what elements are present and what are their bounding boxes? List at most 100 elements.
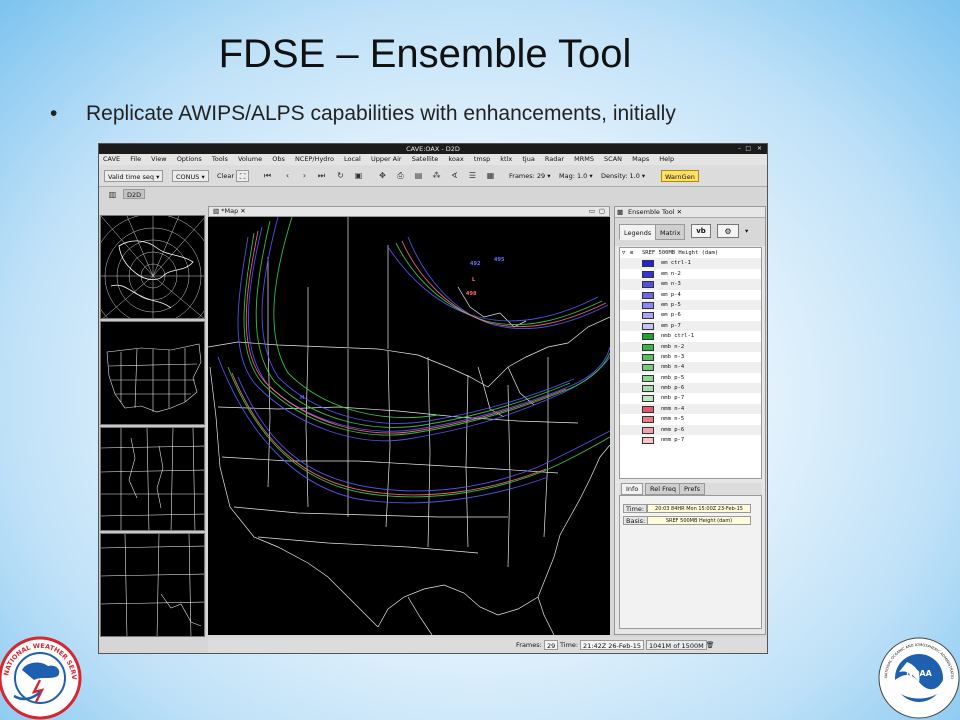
frames-control[interactable]: Frames: 29 ▾ [509, 170, 551, 182]
close-icon[interactable]: ✕ [240, 207, 245, 215]
last-frame-button[interactable]: ⏭ [316, 170, 327, 182]
d2d-perspective-button[interactable]: D2D [123, 189, 146, 199]
menu-maps[interactable]: Maps [632, 155, 649, 163]
member-color-swatch[interactable] [642, 374, 654, 382]
member-color-swatch[interactable] [642, 364, 654, 372]
print-button[interactable]: ⎙ [395, 170, 406, 182]
legend-member-row[interactable]: em p-6 [620, 310, 761, 320]
legend-member-row[interactable]: nmm p-7 [620, 435, 761, 445]
area-dropdown[interactable]: CONUS ▾ [172, 170, 209, 182]
menu-mrms[interactable]: MRMS [574, 155, 594, 163]
member-color-swatch[interactable] [642, 405, 654, 413]
tab-legends[interactable]: Legends [619, 224, 657, 240]
menu-upper-air[interactable]: Upper Air [371, 155, 402, 163]
legend-group-row[interactable]: ▽ ≡ SREF 500MB Height (dam) [620, 248, 761, 258]
thumbnail-polar[interactable] [100, 215, 205, 319]
expand-icon[interactable]: ▽ [622, 248, 625, 258]
density-control[interactable]: Density: 1.0 ▾ [601, 170, 645, 182]
legend-member-row[interactable]: nmb p-6 [620, 383, 761, 394]
member-color-swatch[interactable] [642, 426, 654, 434]
legend-member-row[interactable]: nmm n-5 [620, 414, 761, 424]
legend-button[interactable]: ☰ [467, 170, 478, 182]
clear-button[interactable]: Clear [217, 170, 234, 182]
menu-scan[interactable]: SCAN [604, 155, 622, 163]
legend-member-row[interactable]: nmb n-2 [620, 341, 761, 352]
legend-member-row[interactable]: nmb p-5 [620, 373, 761, 383]
next-frame-button[interactable]: › [299, 170, 310, 182]
menu-satellite[interactable]: Satellite [412, 155, 439, 163]
menu-options[interactable]: Options [177, 155, 202, 163]
vb-button[interactable]: vb [691, 224, 711, 238]
chevron-down-icon[interactable]: ▾ [745, 227, 748, 235]
legend-member-row[interactable]: nmb p-7 [620, 393, 761, 403]
legend-member-row[interactable]: em ctrl-1 [620, 258, 761, 269]
menu-koax[interactable]: koax [448, 155, 463, 163]
sample-button[interactable]: ▣ [353, 170, 364, 182]
menu-obs[interactable]: Obs [272, 155, 285, 163]
menu-tjua[interactable]: tjua [522, 155, 534, 163]
menu-file[interactable]: File [130, 155, 141, 163]
member-color-swatch[interactable] [642, 385, 654, 393]
warngen-button[interactable]: WarnGen [661, 170, 699, 182]
member-color-swatch[interactable] [642, 343, 654, 351]
tab-info[interactable]: Info [621, 483, 644, 495]
tab-rel-freq[interactable]: Rel Freq [645, 483, 682, 495]
member-color-swatch[interactable] [642, 333, 654, 341]
first-frame-button[interactable]: ⏮ [262, 170, 273, 182]
distance-button[interactable]: ∢ [449, 170, 460, 182]
legend-member-row[interactable]: em n-3 [620, 279, 761, 290]
layout-button[interactable]: ▦ [485, 170, 496, 182]
menu-tools[interactable]: Tools [212, 155, 228, 163]
minimize-button[interactable]: – [738, 144, 741, 154]
member-color-swatch[interactable] [642, 260, 654, 268]
maximize-button[interactable]: □ [745, 144, 751, 154]
member-color-swatch[interactable] [642, 437, 654, 445]
tab-matrix[interactable]: Matrix [655, 224, 686, 240]
legend-member-row[interactable]: em p-4 [620, 290, 761, 300]
menu-tmsp[interactable]: tmsp [474, 155, 490, 163]
member-color-swatch[interactable] [642, 270, 654, 278]
menu-view[interactable]: View [151, 155, 166, 163]
legend-member-row[interactable]: nmm n-4 [620, 403, 761, 415]
close-button[interactable]: ✕ [757, 144, 762, 154]
loop-button[interactable]: ↻ [335, 170, 346, 182]
pan-button[interactable]: ✥ [377, 170, 388, 182]
menu-help[interactable]: Help [659, 155, 674, 163]
member-color-swatch[interactable] [642, 353, 654, 361]
menu-ktlx[interactable]: ktlx [500, 155, 512, 163]
zoom-extent-button[interactable]: ⛶ [236, 170, 249, 182]
menu-cave[interactable]: CAVE [103, 155, 120, 163]
thumbnail-regional-2[interactable] [100, 533, 205, 637]
maximize-view-icon[interactable]: ▢ [599, 207, 605, 216]
member-color-swatch[interactable] [642, 281, 654, 289]
map-display[interactable]: 492 498 495 H L [208, 217, 610, 635]
menu-radar[interactable]: Radar [545, 155, 564, 163]
legend-member-row[interactable]: nmb n-4 [620, 362, 761, 373]
tab-map[interactable]: ▧ *Map ✕ ▭ ▢ [208, 206, 610, 217]
legend-member-row[interactable]: em p-5 [620, 299, 761, 311]
points-button[interactable]: ⁂ [431, 170, 442, 182]
menu-volume[interactable]: Volume [238, 155, 262, 163]
member-color-swatch[interactable] [642, 301, 654, 309]
menu-ncep-hydro[interactable]: NCEP/Hydro [295, 155, 334, 163]
tab-ensemble-tool[interactable]: ▩ Ensemble Tool ✕ [615, 207, 765, 218]
legend-member-row[interactable]: nmb ctrl-1 [620, 331, 761, 341]
thumbnail-conus[interactable] [100, 321, 205, 425]
valid-time-dropdown[interactable]: Valid time seq ▾ [104, 170, 164, 182]
member-color-swatch[interactable] [642, 312, 654, 320]
member-color-swatch[interactable] [642, 291, 654, 299]
menu-local[interactable]: Local [344, 155, 361, 163]
mag-control[interactable]: Mag: 1.0 ▾ [559, 170, 593, 182]
save-button[interactable]: ▤ [413, 170, 424, 182]
legend-member-row[interactable]: em p-7 [620, 320, 761, 332]
settings-button[interactable]: ⚙ [717, 224, 739, 238]
legend-member-row[interactable]: nmm p-6 [620, 424, 761, 436]
legend-member-row[interactable]: nmb n-3 [620, 352, 761, 362]
trash-icon[interactable]: 🗑 [706, 640, 714, 650]
legend-member-row[interactable]: em n-2 [620, 269, 761, 279]
minimize-view-icon[interactable]: ▭ [589, 207, 595, 216]
prev-frame-button[interactable]: ‹ [282, 170, 293, 182]
member-color-swatch[interactable] [642, 416, 654, 424]
close-icon[interactable]: ✕ [677, 208, 682, 216]
member-color-swatch[interactable] [642, 395, 654, 403]
